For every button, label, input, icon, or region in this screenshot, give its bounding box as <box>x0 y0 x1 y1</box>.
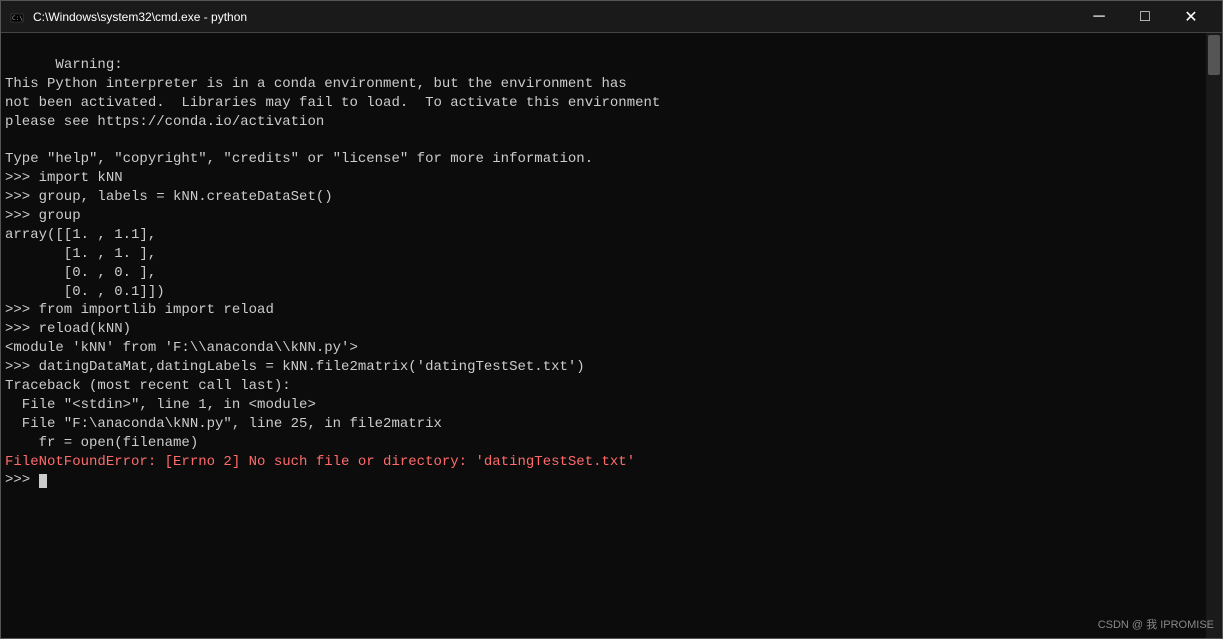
window: C:\ C:\Windows\system32\cmd.exe - python… <box>0 0 1223 639</box>
console-area[interactable]: Warning: This Python interpreter is in a… <box>1 33 1222 638</box>
array-output: array([[1. , 1.1], [1. , 1. ], [0. , 0. … <box>5 227 165 300</box>
warning-line-1: Warning: This Python interpreter is in a… <box>5 57 660 130</box>
cursor <box>39 474 47 488</box>
title-bar: C:\ C:\Windows\system32\cmd.exe - python… <box>1 1 1222 33</box>
prompt-from-importlib: >>> from importlib import reload <box>5 302 274 318</box>
type-help-line: Type "help", "copyright", "credits" or "… <box>5 151 593 167</box>
title-bar-controls: ─ □ ✕ <box>1076 1 1214 33</box>
scrollbar[interactable] <box>1206 33 1222 638</box>
error-line: FileNotFoundError: [Errno 2] No such fil… <box>5 454 635 470</box>
prompt-final: >>> <box>5 472 47 488</box>
traceback-header: Traceback (most recent call last): File … <box>5 378 442 451</box>
minimize-button[interactable]: ─ <box>1076 1 1122 33</box>
close-button[interactable]: ✕ <box>1168 1 1214 33</box>
console-content: Warning: This Python interpreter is in a… <box>5 37 1218 509</box>
cmd-icon: C:\ <box>9 9 25 25</box>
svg-text:C:\: C:\ <box>12 15 23 22</box>
scrollbar-thumb[interactable] <box>1208 35 1220 75</box>
prompt-file2matrix: >>> datingDataMat,datingLabels = kNN.fil… <box>5 359 585 375</box>
prompt-create-dataset: >>> group, labels = kNN.createDataSet() <box>5 189 333 205</box>
prompt-import-knn: >>> import kNN <box>5 170 123 186</box>
prompt-group: >>> group <box>5 208 81 224</box>
maximize-button[interactable]: □ <box>1122 1 1168 33</box>
prompt-reload: >>> reload(kNN) <box>5 321 131 337</box>
title-bar-text: C:\Windows\system32\cmd.exe - python <box>33 10 1076 24</box>
module-output: <module 'kNN' from 'F:\\anaconda\\kNN.py… <box>5 340 358 356</box>
watermark: CSDN @ 我 IPROMISE <box>1098 616 1214 632</box>
